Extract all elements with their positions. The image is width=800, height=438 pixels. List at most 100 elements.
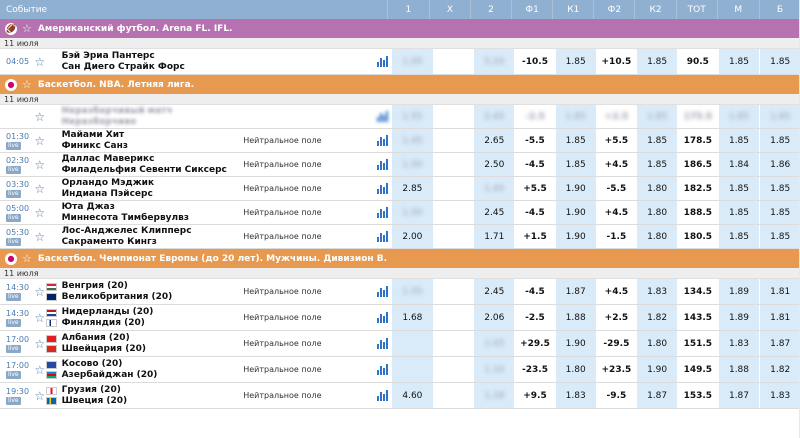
- odd-o2[interactable]: 2.45: [473, 279, 515, 304]
- stats-chart-icon[interactable]: [373, 201, 391, 224]
- odd-f2[interactable]: +5.5: [595, 129, 637, 152]
- odd-k1[interactable]: 1.90: [554, 177, 596, 200]
- stats-chart-icon[interactable]: [373, 331, 391, 356]
- odd-m[interactable]: 1.87: [717, 383, 760, 408]
- odd-k1[interactable]: 1.90: [554, 201, 596, 224]
- odd-ox[interactable]: [432, 383, 474, 408]
- event-teams[interactable]: Даллас Маверикс Филадельфия Севенти Сиксе…: [60, 153, 244, 176]
- odd-o2[interactable]: 2.06: [473, 305, 515, 330]
- odd-k2[interactable]: 1.80: [636, 177, 677, 200]
- odd-k1[interactable]: 1.87: [554, 279, 596, 304]
- favorite-star-icon[interactable]: ☆: [34, 105, 46, 128]
- odd-b[interactable]: 1.85: [759, 201, 800, 224]
- odd-o2[interactable]: 1.10: [473, 357, 515, 382]
- header-col-k1[interactable]: К1: [552, 0, 593, 19]
- odd-f1[interactable]: +1.5: [514, 225, 555, 248]
- odd-f1[interactable]: -10.5: [514, 49, 555, 74]
- odd-b[interactable]: 1.81: [759, 279, 800, 304]
- favorite-star-icon[interactable]: ☆: [34, 383, 46, 408]
- odd-b[interactable]: 1.85: [759, 177, 800, 200]
- table-row[interactable]: 02:30 live ☆ Даллас Маверикс Филадельфия Сев…: [0, 153, 800, 177]
- odd-tot[interactable]: 188.5: [676, 201, 718, 224]
- odd-b[interactable]: 1.85: [759, 105, 800, 128]
- odd-f1[interactable]: -2.5: [514, 305, 555, 330]
- odd-m[interactable]: 1.83: [717, 331, 760, 356]
- event-teams[interactable]: Нидерланды (20) Финляндия (20): [60, 305, 244, 330]
- header-col-m[interactable]: М: [716, 0, 759, 19]
- stats-chart-icon[interactable]: [373, 177, 391, 200]
- odd-o2[interactable]: 2.50: [473, 153, 515, 176]
- odd-k2[interactable]: 1.82: [636, 305, 677, 330]
- odd-m[interactable]: 1.89: [717, 279, 760, 304]
- favorite-star-icon[interactable]: ☆: [34, 279, 46, 304]
- odd-tot[interactable]: 149.5: [676, 357, 718, 382]
- odd-f1[interactable]: -4.5: [514, 279, 555, 304]
- odd-o2[interactable]: 1.05: [473, 331, 515, 356]
- table-row[interactable]: 04:05 ☆ Бэй Эриа Пантерс Сан Диего Страйк Ф…: [0, 49, 800, 75]
- event-teams[interactable]: Албания (20) Швейцария (20): [60, 331, 244, 356]
- odd-ox[interactable]: [432, 225, 474, 248]
- odd-o1[interactable]: 1.45: [391, 129, 433, 152]
- table-row[interactable]: 14:30 live ☆ Венгрия (20) Великобритания (20…: [0, 279, 800, 305]
- event-teams[interactable]: Бэй Эриа Пантерс Сан Диего Страйк Форс: [60, 49, 244, 74]
- odd-f1[interactable]: -4.5: [514, 153, 555, 176]
- odd-o2[interactable]: 2.65: [473, 129, 515, 152]
- odd-ox[interactable]: [432, 357, 474, 382]
- table-row[interactable]: 17:00 live ☆ Албания (20) Швейцария (20) Нейт…: [0, 331, 800, 357]
- header-col-tot[interactable]: ТОТ: [675, 0, 717, 19]
- table-row[interactable]: 05:00 live ☆ Юта Джаз Миннесота Тимбервулвз Н…: [0, 201, 800, 225]
- odd-tot[interactable]: 175.5: [676, 105, 718, 128]
- stats-chart-icon[interactable]: [373, 305, 391, 330]
- odd-tot[interactable]: 178.5: [676, 129, 718, 152]
- odd-m[interactable]: 1.85: [717, 129, 760, 152]
- odd-k2[interactable]: 1.85: [636, 153, 677, 176]
- odd-o1[interactable]: 1.55: [391, 105, 433, 128]
- odd-tot[interactable]: 151.5: [676, 331, 718, 356]
- odd-o2[interactable]: 1.18: [473, 383, 515, 408]
- stats-chart-icon[interactable]: [373, 279, 391, 304]
- odd-ox[interactable]: [432, 201, 474, 224]
- stats-chart-icon[interactable]: [373, 225, 391, 248]
- odd-f2[interactable]: +2.5: [595, 105, 637, 128]
- odd-tot[interactable]: 186.5: [676, 153, 718, 176]
- header-col-b[interactable]: Б: [758, 0, 800, 19]
- odd-f1[interactable]: -2.5: [514, 105, 555, 128]
- favorite-star-icon[interactable]: ☆: [34, 177, 46, 200]
- table-row[interactable]: 19:30 live ☆ Грузия (20) Швеция (20) Нейтраль…: [0, 383, 800, 409]
- odd-k2[interactable]: 1.90: [636, 357, 677, 382]
- stats-chart-icon[interactable]: [373, 129, 391, 152]
- odd-b[interactable]: 1.85: [759, 129, 800, 152]
- odd-b[interactable]: 1.87: [759, 331, 800, 356]
- event-teams[interactable]: Лос-Анджелес Клипперс Сакраменто Кингз: [60, 225, 244, 248]
- odd-ox[interactable]: [432, 49, 474, 74]
- odd-b[interactable]: 1.85: [759, 49, 800, 74]
- odd-k1[interactable]: 1.88: [554, 305, 596, 330]
- event-teams[interactable]: Грузия (20) Швеция (20): [60, 383, 244, 408]
- odd-m[interactable]: 1.85: [717, 201, 760, 224]
- table-row[interactable]: 03:30 live ☆ Орландо Мэджик Индиана Пэйсерс Н…: [0, 177, 800, 201]
- header-col-k2[interactable]: К2: [634, 0, 675, 19]
- favorite-star-icon[interactable]: ☆: [34, 129, 46, 152]
- odd-f1[interactable]: -23.5: [514, 357, 555, 382]
- event-teams[interactable]: Майами Хит Финикс Санз: [60, 129, 244, 152]
- odd-k1[interactable]: 1.83: [554, 383, 596, 408]
- stats-chart-icon[interactable]: [373, 49, 391, 74]
- odd-b[interactable]: 1.82: [759, 357, 800, 382]
- odd-f1[interactable]: -4.5: [514, 201, 555, 224]
- header-col-f1[interactable]: Ф1: [511, 0, 552, 19]
- odd-ox[interactable]: [432, 105, 474, 128]
- odd-b[interactable]: 1.81: [759, 305, 800, 330]
- table-row[interactable]: 17:00 live ☆ Косово (20) Азербайджан (20) Ней…: [0, 357, 800, 383]
- odd-ox[interactable]: [432, 331, 474, 356]
- odd-tot[interactable]: 143.5: [676, 305, 718, 330]
- star-icon[interactable]: ☆: [22, 252, 32, 265]
- odd-f1[interactable]: -5.5: [514, 129, 555, 152]
- odd-k1[interactable]: 1.90: [554, 331, 596, 356]
- odd-f2[interactable]: -29.5: [595, 331, 637, 356]
- event-teams[interactable]: Орландо Мэджик Индиана Пэйсерс: [60, 177, 244, 200]
- odd-o2[interactable]: 1.40: [473, 177, 515, 200]
- odd-f2[interactable]: -1.5: [595, 225, 637, 248]
- table-row[interactable]: 01:30 live ☆ Майами Хит Финикс Санз Нейтральн…: [0, 129, 800, 153]
- header-col-o1[interactable]: 1: [386, 0, 429, 19]
- odd-k2[interactable]: 1.85: [636, 105, 677, 128]
